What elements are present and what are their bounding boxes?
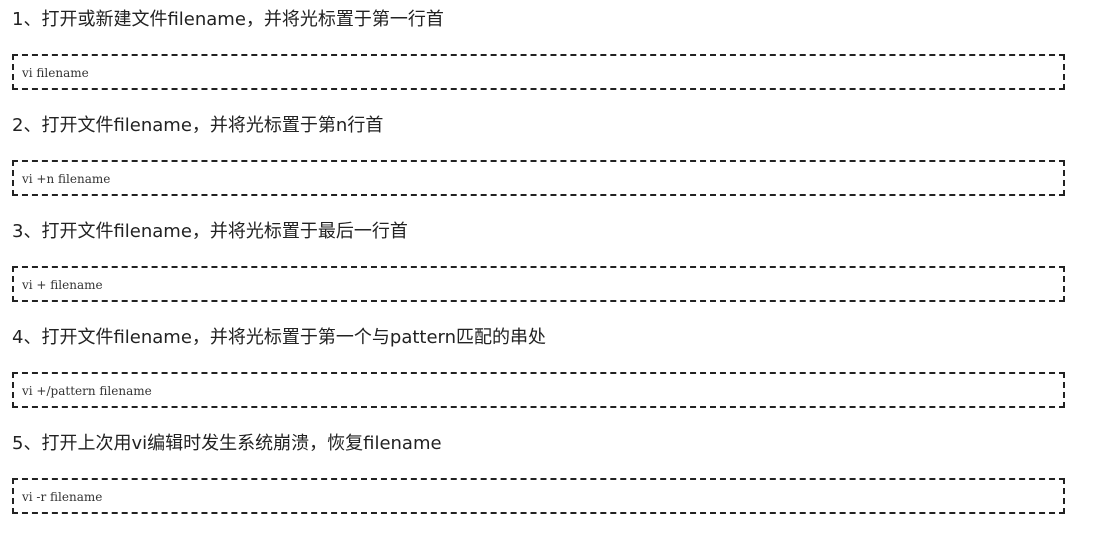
item-heading: 4、打开文件filename，并将光标置于第一个与pattern匹配的串处 <box>12 327 547 348</box>
code-command: vi -r filename <box>22 490 103 504</box>
document-content: 1、打开或新建文件filename，并将光标置于第一行首 vi filename… <box>0 0 1101 530</box>
list-item: 2、打开文件filename，并将光标置于第n行首 vi +n filename <box>0 106 1101 212</box>
code-block: vi +/pattern filename <box>12 372 1065 408</box>
list-item: 5、打开上次用vi编辑时发生系统崩溃，恢复filename vi -r file… <box>0 424 1101 530</box>
list-item: 4、打开文件filename，并将光标置于第一个与pattern匹配的串处 vi… <box>0 318 1101 424</box>
item-heading: 3、打开文件filename，并将光标置于最后一行首 <box>12 221 408 242</box>
code-command: vi +/pattern filename <box>22 384 152 398</box>
code-block: vi +n filename <box>12 160 1065 196</box>
code-block: vi + filename <box>12 266 1065 302</box>
list-item: 1、打开或新建文件filename，并将光标置于第一行首 vi filename <box>0 0 1101 106</box>
item-heading: 1、打开或新建文件filename，并将光标置于第一行首 <box>12 9 444 30</box>
list-item: 3、打开文件filename，并将光标置于最后一行首 vi + filename <box>0 212 1101 318</box>
code-block: vi filename <box>12 54 1065 90</box>
code-command: vi filename <box>22 66 89 80</box>
code-command: vi + filename <box>22 278 103 292</box>
item-heading: 5、打开上次用vi编辑时发生系统崩溃，恢复filename <box>12 433 442 454</box>
code-command: vi +n filename <box>22 172 111 186</box>
item-heading: 2、打开文件filename，并将光标置于第n行首 <box>12 115 384 136</box>
code-block: vi -r filename <box>12 478 1065 514</box>
